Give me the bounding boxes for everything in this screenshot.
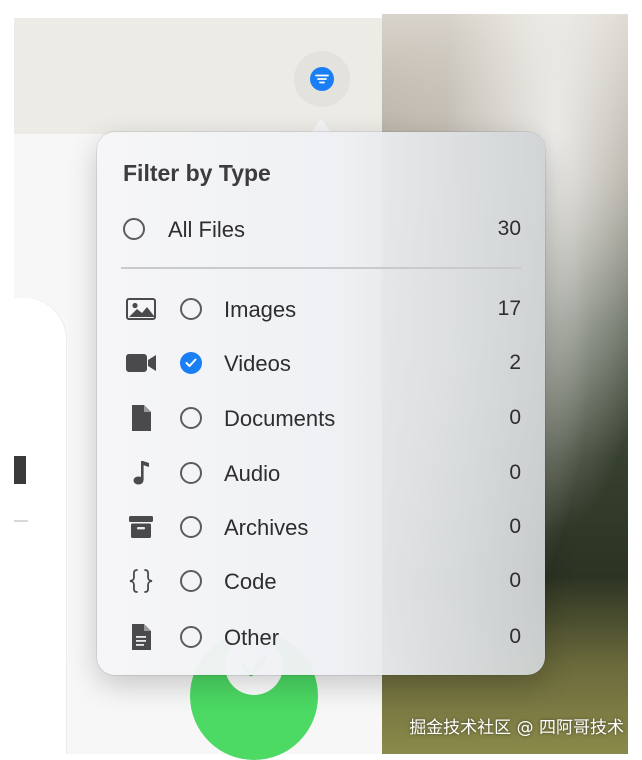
archive-box-icon [124, 513, 158, 541]
text-file-icon [124, 623, 158, 651]
filter-button[interactable] [294, 51, 350, 107]
filter-row-archives[interactable]: Archives 0 [97, 507, 545, 547]
radio-all-files[interactable] [123, 218, 145, 240]
filter-label: Audio [224, 461, 281, 486]
image-icon [124, 295, 158, 323]
file-thumbnail [14, 456, 26, 484]
filter-label: Documents [224, 406, 336, 431]
filter-row-audio[interactable]: Audio 0 [97, 453, 545, 493]
filter-row-all-files[interactable]: All Files 30 [97, 209, 545, 249]
filter-label: Archives [224, 515, 309, 540]
filter-label: All Files [168, 217, 246, 242]
filter-row-other[interactable]: Other 0 [97, 617, 545, 657]
filter-lines-icon [310, 67, 334, 91]
watermark: 掘金技术社区 @ 四阿哥技术 [409, 718, 624, 738]
filter-label: Videos [224, 351, 291, 376]
filter-row-videos[interactable]: Videos 2 [97, 343, 545, 383]
filter-count: 2 [509, 351, 521, 374]
video-camera-icon [124, 349, 158, 377]
popover-title: Filter by Type [123, 160, 271, 186]
radio-images[interactable] [180, 298, 202, 320]
filter-row-images[interactable]: Images 17 [97, 289, 545, 329]
code-braces-icon [124, 567, 158, 595]
filter-label: Images [224, 297, 297, 322]
filter-popover: Filter by Type All Files 30 Images 17 Vi… [97, 132, 545, 675]
filter-label: Other [224, 625, 280, 650]
music-note-icon [124, 459, 158, 487]
checkmark-icon [185, 358, 197, 367]
filter-label: Code [224, 569, 277, 594]
filter-row-code[interactable]: Code 0 [97, 561, 545, 601]
filter-count: 0 [509, 515, 521, 538]
filter-count: 17 [497, 297, 521, 320]
filter-count: 0 [509, 569, 521, 592]
radio-videos[interactable] [180, 352, 202, 374]
filter-count: 0 [509, 461, 521, 484]
radio-archives[interactable] [180, 516, 202, 538]
file-thumbnail-caption [14, 520, 28, 522]
radio-audio[interactable] [180, 462, 202, 484]
filter-count: 0 [509, 625, 521, 648]
radio-other[interactable] [180, 626, 202, 648]
document-icon [124, 404, 158, 432]
radio-documents[interactable] [180, 407, 202, 429]
file-list-card [14, 298, 66, 754]
filter-row-documents[interactable]: Documents 0 [97, 398, 545, 438]
radio-code[interactable] [180, 570, 202, 592]
filter-count: 30 [497, 217, 521, 240]
divider [121, 267, 521, 269]
filter-count: 0 [509, 406, 521, 429]
